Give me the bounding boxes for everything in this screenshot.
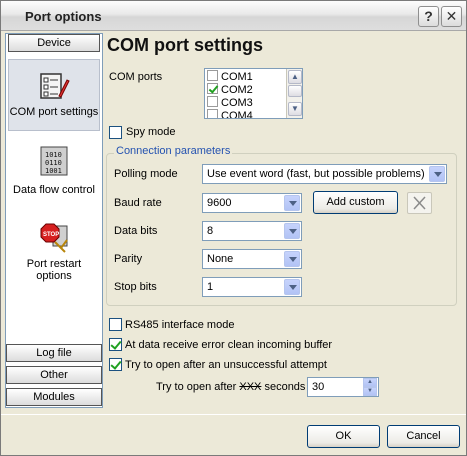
baud-rate-label: Baud rate [114,197,162,209]
sidebar-item-modules[interactable]: Modules [6,388,102,406]
sidebar-item-label: COM port settings [9,106,99,118]
svg-text:STOP: STOP [43,232,59,238]
title-bar[interactable]: Port options ? ✕ [1,1,466,31]
svg-text:1010: 1010 [45,151,62,159]
com1-checkbox[interactable] [207,70,218,81]
sidebar-item-other[interactable]: Other [6,366,102,384]
svg-text:0110: 0110 [45,159,62,167]
spy-mode-checkbox[interactable] [109,126,122,139]
close-button[interactable]: ✕ [441,6,462,27]
scroll-thumb[interactable] [288,85,302,97]
page-title: COM port settings [107,35,263,55]
spy-mode-label: Spy mode [126,126,176,138]
sidebar-item-log-file[interactable]: Log file [6,344,102,362]
list-item[interactable]: COM3 [207,96,253,109]
baud-rate-select[interactable]: 9600 [202,193,302,213]
chevron-down-icon[interactable] [284,279,300,295]
add-custom-button[interactable]: Add custom [313,191,398,214]
com3-checkbox[interactable] [207,96,218,107]
parity-select[interactable]: None [202,249,302,269]
retry-seconds-stepper[interactable]: 30 ▲ ▼ [307,377,379,397]
binary-data-icon: 1010 0110 1001 [40,146,68,176]
ok-button[interactable]: OK [307,425,380,448]
com2-checkbox[interactable] [207,83,218,94]
stop-restart-icon: STOP [40,223,68,253]
chevron-down-icon[interactable] [429,166,445,182]
settings-checklist-icon [40,73,70,99]
window-title: Port options [25,9,102,24]
rs485-label: RS485 interface mode [125,319,235,331]
port-options-window: Port options ? ✕ Device COM port setting… [0,0,467,456]
chevron-down-icon[interactable] [284,195,300,211]
close-icon [413,196,426,210]
retry-seconds-label: Try to open after XXX seconds [156,381,306,393]
clean-buffer-checkbox[interactable] [109,338,122,351]
com4-checkbox[interactable] [207,109,218,118]
com-ports-scrollbar[interactable]: ▲ ▼ [286,69,302,118]
sidebar-header-device[interactable]: Device [8,34,100,52]
chevron-down-icon[interactable] [284,251,300,267]
rs485-checkbox[interactable] [109,318,122,331]
polling-mode-label: Polling mode [114,168,178,180]
scroll-down-icon[interactable]: ▼ [288,102,302,116]
list-item[interactable]: COM2 [207,83,253,96]
remove-custom-button[interactable] [407,192,432,214]
sidebar-item-label: Data flow control [13,184,95,196]
sidebar-item-label: Port restart options [26,258,82,282]
svg-text:1001: 1001 [45,167,62,175]
data-bits-select[interactable]: 8 [202,221,302,241]
chevron-down-icon[interactable] [284,223,300,239]
clean-buffer-label: At data receive error clean incoming buf… [125,339,333,351]
scroll-up-icon[interactable]: ▲ [288,70,302,84]
sidebar-item-data-flow-control[interactable]: 1010 0110 1001 Data flow control [8,144,100,202]
increment-icon[interactable]: ▲ [363,378,377,387]
sidebar-item-com-port-settings[interactable]: COM port settings [8,59,100,131]
retry-open-label: Try to open after an unsuccessful attemp… [125,359,327,371]
list-item[interactable]: COM4 [207,109,253,118]
data-bits-label: Data bits [114,225,158,237]
sidebar-item-port-restart-options[interactable]: STOP Port restart options [8,220,100,284]
com-ports-label: COM ports [109,71,163,83]
connection-parameters-legend: Connection parameters [114,145,233,157]
retry-open-checkbox[interactable] [109,358,122,371]
stop-bits-select[interactable]: 1 [202,277,302,297]
polling-mode-select[interactable]: Use event word (fast, but possible probl… [202,164,447,184]
parity-label: Parity [114,253,143,265]
stop-bits-label: Stop bits [114,281,157,293]
com-ports-list[interactable]: COM1 COM2 COM3 COM4 ▲ ▼ [204,68,303,119]
list-item[interactable]: COM1 [207,70,253,83]
decrement-icon[interactable]: ▼ [363,387,377,396]
cancel-button[interactable]: Cancel [387,425,460,448]
help-button[interactable]: ? [418,6,439,27]
footer-divider [1,414,466,415]
